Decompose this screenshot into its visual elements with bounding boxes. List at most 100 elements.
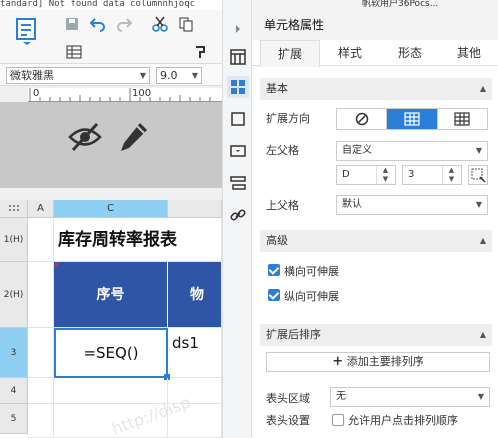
- column-header-a[interactable]: A: [28, 200, 54, 218]
- status-strip: tandard] Not found data columnnhjoqc: [0, 0, 222, 10]
- section-basic[interactable]: 基本 ▲: [260, 78, 492, 100]
- panel-header: 帆软用户36Pocs... 单元格属性: [252, 0, 498, 40]
- panel-tabs: 扩展 样式 形态 其他: [252, 40, 498, 67]
- add-sort-button-label: 添加主要排列序: [346, 355, 424, 368]
- chevron-down-icon: ▼: [139, 71, 146, 80]
- chevron-up-icon: ▲: [479, 236, 486, 245]
- ruler-mark-100: 100: [132, 88, 152, 99]
- tab-expand[interactable]: 扩展: [260, 40, 320, 67]
- cell-attribute-icon[interactable]: [227, 76, 249, 98]
- header-cell-partial[interactable]: 物: [168, 262, 222, 328]
- font-family-value: 微软雅黑: [10, 69, 54, 82]
- header-area-value: 无: [336, 391, 346, 402]
- table-cell[interactable]: [54, 378, 168, 404]
- section-advanced[interactable]: 高级 ▲: [260, 230, 492, 252]
- column-header-d[interactable]: [168, 200, 222, 218]
- cell-picker-icon[interactable]: [468, 165, 488, 185]
- vertical-expandable-checkbox[interactable]: [268, 289, 280, 301]
- widget-icon[interactable]: [227, 140, 249, 162]
- expand-arrow-icon: [166, 336, 170, 376]
- expand-direction-label: 扩展方向: [266, 112, 310, 125]
- property-sidebar: [222, 0, 252, 438]
- allow-sort-label: 允许用户点击排列顺序: [348, 414, 458, 427]
- toolbar: [0, 10, 222, 64]
- header-area-label: 表头区域: [266, 392, 310, 405]
- font-row: 微软雅黑 ▼ 9.0 ▼: [0, 64, 222, 86]
- column-layout-icon[interactable]: [227, 46, 249, 68]
- column-header-c[interactable]: C: [54, 200, 168, 218]
- chevron-up-icon: ▲: [479, 84, 486, 93]
- vertical-expandable-label: 纵向可伸展: [284, 290, 339, 303]
- ruler: 0 100: [28, 88, 222, 102]
- chevron-down-icon: ▼: [475, 146, 482, 155]
- frame-icon[interactable]: [227, 108, 249, 130]
- copy-icon[interactable]: [176, 14, 196, 34]
- table-cell[interactable]: [28, 328, 54, 378]
- section-basic-label: 基本: [266, 82, 288, 95]
- corner-marker-icon: [55, 263, 60, 268]
- formula-cell-selected[interactable]: =SEQ(): [54, 328, 168, 378]
- report-title-cell[interactable]: 库存周转率报表: [54, 218, 222, 262]
- font-size-value: 9.0: [160, 69, 178, 82]
- undo-icon[interactable]: [88, 14, 108, 34]
- add-sort-button[interactable]: + 添加主要排列序: [266, 352, 490, 372]
- horizontal-expand-icon[interactable]: [438, 109, 487, 129]
- column-spinner-icon[interactable]: ▲ ▼: [376, 166, 394, 184]
- row-header[interactable]: 1(H): [0, 218, 28, 262]
- redo-icon[interactable]: [114, 14, 134, 34]
- cut-icon[interactable]: [150, 14, 170, 34]
- spreadsheet-grid: A C 1(H) 2(H) 3 4 5 库存周转率报表 序号 物 =SEQ() …: [0, 200, 222, 438]
- table-cell[interactable]: [28, 378, 54, 404]
- no-expand-icon[interactable]: [337, 109, 388, 129]
- condition-icon[interactable]: [227, 172, 249, 194]
- allow-sort-checkbox[interactable]: [332, 414, 344, 426]
- left-parent-row-value: 3: [408, 169, 415, 180]
- save-icon[interactable]: [62, 14, 82, 34]
- tab-form[interactable]: 形态: [380, 40, 440, 66]
- tab-other[interactable]: 其他: [440, 40, 498, 66]
- left-parent-value: 自定义: [342, 145, 372, 156]
- template-icon[interactable]: [14, 16, 40, 46]
- horizontal-expandable-checkbox[interactable]: [268, 264, 280, 276]
- font-family-select[interactable]: 微软雅黑 ▼: [6, 67, 150, 84]
- left-parent-select[interactable]: 自定义 ▼: [336, 141, 488, 161]
- table-cell[interactable]: [28, 404, 54, 438]
- header-cell-seq[interactable]: 序号: [54, 262, 168, 328]
- row-header[interactable]: 5: [0, 404, 28, 434]
- vertical-expand-icon[interactable]: [387, 109, 438, 129]
- horizontal-expandable-label: 横向可伸展: [284, 265, 339, 278]
- header-settings-label: 表头设置: [266, 414, 310, 427]
- panel-title: 单元格属性: [264, 18, 325, 32]
- chevron-down-icon: ▼: [477, 392, 484, 401]
- font-size-select[interactable]: 9.0 ▼: [156, 67, 202, 84]
- up-parent-value: 默认: [342, 199, 362, 210]
- header-area-select[interactable]: 无 ▼: [330, 387, 490, 407]
- select-all-corner[interactable]: [0, 200, 28, 218]
- table-cell[interactable]: [28, 218, 54, 262]
- user-info: 帆软用户36Pocs...: [362, 0, 439, 9]
- eye-slash-icon[interactable]: [68, 122, 102, 155]
- row-header[interactable]: 4: [0, 378, 28, 404]
- tab-style[interactable]: 样式: [320, 40, 380, 66]
- row-header[interactable]: 2(H): [0, 262, 28, 328]
- chevron-down-icon: ▼: [191, 71, 198, 80]
- table-grid-icon[interactable]: [64, 42, 84, 62]
- chevron-right-icon[interactable]: [227, 18, 249, 40]
- property-panel: 帆软用户36Pocs... 单元格属性 扩展 样式 形态 其他 基本 ▲ 扩展方…: [252, 0, 498, 438]
- row-header[interactable]: 3: [0, 328, 28, 378]
- up-parent-label: 上父格: [266, 199, 299, 212]
- section-advanced-label: 高级: [266, 234, 288, 247]
- row-spinner-icon[interactable]: ▲ ▼: [442, 166, 460, 184]
- format-painter-icon[interactable]: [190, 42, 210, 62]
- ds-cell[interactable]: ds1: [168, 328, 222, 378]
- table-cell[interactable]: [28, 262, 54, 328]
- section-sort[interactable]: 扩展后排序 ▲: [260, 324, 492, 346]
- up-parent-select[interactable]: 默认 ▼: [336, 195, 488, 215]
- plus-icon: +: [332, 354, 344, 369]
- link-icon[interactable]: [227, 204, 249, 226]
- left-parent-label: 左父格: [266, 144, 299, 157]
- section-sort-label: 扩展后排序: [266, 328, 321, 341]
- preview-area: [0, 102, 222, 188]
- pencil-icon[interactable]: [118, 120, 150, 157]
- ruler-mark-0: 0: [33, 88, 40, 99]
